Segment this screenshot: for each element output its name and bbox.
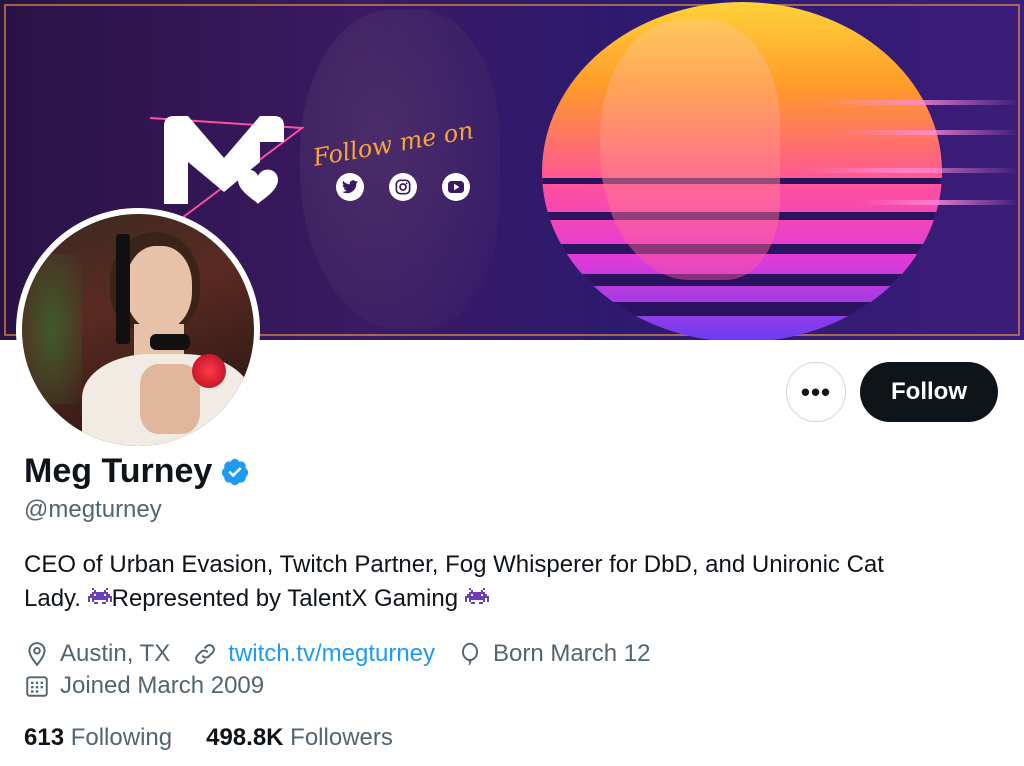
followers-stat[interactable]: 498.8K Followers [206,724,393,752]
website-link[interactable]: twitch.tv/megturney [228,640,435,668]
space-invader-emoji-icon [87,588,112,604]
banner-glitch-streak [860,200,1020,205]
profile-display-name: Meg Turney [24,452,213,490]
banner-glitch-streak [800,168,1020,173]
youtube-icon [442,173,470,201]
profile-stats: 613 Following 498.8K Followers [24,724,427,752]
calendar-icon [26,676,48,697]
following-stat[interactable]: 613 Following [24,724,172,752]
profile-handle: @megturney [24,496,162,523]
banner-portrait [600,20,780,280]
banner-glitch-streak [820,100,1020,105]
profile-meta-row: Austin, TX twitch.tv/megturney Born Marc… [24,640,672,668]
profile-avatar[interactable] [16,208,260,452]
follow-button[interactable]: Follow [860,362,998,422]
banner-shadow-figure [300,10,500,330]
more-options-button[interactable]: ••• [786,362,846,422]
bio-line-1: CEO of Urban Evasion, Twitch Partner, Fo… [24,551,884,578]
profile-bio: CEO of Urban Evasion, Twitch Partner, Fo… [24,548,1004,616]
profile-joined: Joined March 2009 [24,672,264,700]
twitter-icon [336,173,364,201]
avatar-photo [22,214,254,446]
profile-name-row: Meg Turney [24,452,250,491]
brand-logo-m [164,116,284,204]
banner-glitch-streak [840,130,1020,135]
profile-location: Austin, TX [24,640,170,668]
profile-meta-row-joined: Joined March 2009 [24,672,286,700]
location-pin-icon [28,642,46,667]
profile-website[interactable]: twitch.tv/megturney [192,640,435,668]
profile-birthday: Born March 12 [457,640,650,668]
instagram-icon [389,173,417,201]
balloon-icon [462,642,479,666]
verified-badge-icon[interactable] [220,457,250,487]
bio-line-2: Lady. Represented by TalentX Gaming [24,582,1004,616]
link-icon [195,644,216,664]
space-invader-emoji-icon [464,588,489,604]
